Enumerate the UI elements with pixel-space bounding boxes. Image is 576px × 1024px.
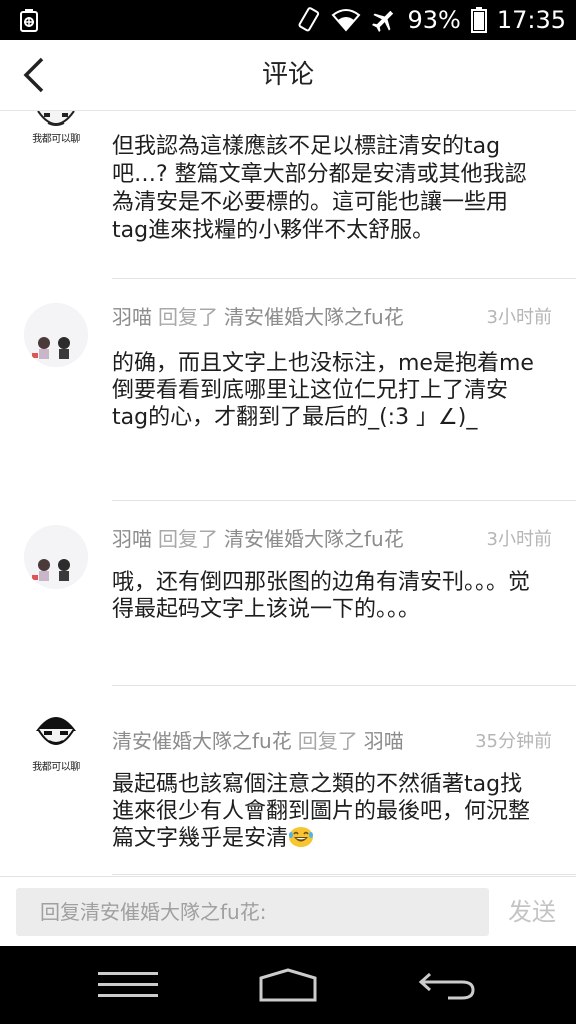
- comment-meta: 羽喵 回复了 清安催婚大隊之fu花 3小时前: [112, 523, 552, 559]
- comment-meta: 羽喵 回复了 清安催婚大隊之fu花 3小时前: [112, 301, 552, 337]
- airplane-mode-icon: [372, 10, 394, 33]
- avatar[interactable]: [24, 303, 88, 367]
- comment-text: 的确，而且文字上也没标注，me是抱着me倒要看看到底哪里让这位仁兄打上了清安ta…: [112, 351, 534, 430]
- comment-time: 35分钟前: [475, 731, 552, 752]
- reply-action-label: 回复了: [158, 305, 218, 329]
- laughing-tears-emoji-icon: [289, 827, 314, 847]
- battery-icon: [470, 7, 487, 33]
- divider: [112, 278, 576, 279]
- wifi-icon: [332, 9, 361, 32]
- clock: 17:35: [496, 6, 566, 34]
- rotate-screen-icon: [299, 7, 320, 32]
- comment-list[interactable]: 我都可以聊 但我認為這樣應該不足以標註清安的tag吧…? 整篇文章大部分都是安清…: [0, 111, 576, 875]
- anime-couple-icon: [24, 525, 88, 589]
- comment-text-wrapper: 最起碼也該寫個注意之類的不然循著tag找進來很少有人會翻到圖片的最後吧，何況整篇…: [112, 771, 536, 852]
- reply-target[interactable]: 羽喵: [364, 729, 404, 753]
- home-icon[interactable]: [258, 968, 318, 1002]
- comment-time: 3小时前: [486, 307, 552, 328]
- reply-target[interactable]: 清安催婚大隊之fu花: [224, 527, 404, 551]
- avatar-caption: 我都可以聊: [32, 134, 80, 145]
- status-bar: 93% 17:35: [0, 0, 576, 40]
- divider: [112, 874, 576, 875]
- reply-action-label: 回复了: [158, 527, 218, 551]
- avatar[interactable]: [24, 525, 88, 589]
- avatar-caption: 我都可以聊: [32, 762, 80, 773]
- reply-action-label: 回复了: [297, 729, 358, 753]
- comment-text: 最起碼也該寫個注意之類的不然循著tag找進來很少有人會翻到圖片的最後吧，何況整篇…: [112, 772, 531, 851]
- comment-text: 但我認為這樣應該不足以標註清安的tag吧…? 整篇文章大部分都是安清或其他我認為…: [112, 134, 527, 243]
- app-header: 评论: [0, 40, 576, 111]
- comment-author[interactable]: 羽喵: [112, 305, 152, 329]
- back-icon[interactable]: [418, 968, 476, 1002]
- reply-input[interactable]: [16, 888, 489, 936]
- battery-percent: 93%: [407, 6, 461, 34]
- comment-meta: 清安催婚大隊之fu花 回复了 羽喵 35分钟前: [112, 725, 552, 761]
- send-button[interactable]: 发送: [496, 888, 568, 936]
- menu-icon[interactable]: [98, 970, 158, 1000]
- comment-text: 哦，还有倒四那张图的边角有清安刊。。。觉得最起码文字上该说一下的。。。: [112, 570, 531, 622]
- storage-cleaner-icon: [20, 9, 38, 32]
- divider: [112, 500, 576, 501]
- avatar[interactable]: 我都可以聊: [24, 709, 88, 773]
- comment-author[interactable]: 羽喵: [112, 527, 152, 551]
- comment-author[interactable]: 清安催婚大隊之fu花: [112, 729, 292, 753]
- comment-time: 3小时前: [486, 529, 552, 550]
- page-title: 评论: [261, 60, 314, 90]
- anime-couple-icon: [24, 303, 88, 367]
- reply-target[interactable]: 清安催婚大隊之fu花: [224, 305, 404, 329]
- divider: [112, 685, 576, 686]
- system-nav-bar: [0, 946, 576, 1024]
- avatar[interactable]: 我都可以聊: [24, 111, 88, 155]
- reply-bar: 发送: [0, 876, 576, 947]
